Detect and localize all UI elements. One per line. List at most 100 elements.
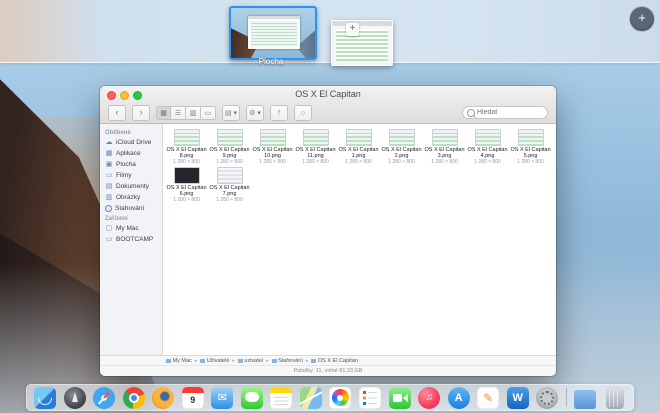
file-dimensions: 1 280 × 800 [424,159,466,165]
folder-icon [311,359,316,363]
close-button[interactable] [107,91,116,100]
dock-itunes[interactable] [418,387,440,409]
action-menu-button[interactable] [246,105,264,121]
file-item[interactable]: OS X El Capitan 11.png1 280 × 800 [295,129,337,165]
dock-finder[interactable] [34,387,56,409]
sidebar-item-aplikace[interactable]: ▦Aplikace [100,148,162,159]
system-preferences-icon [536,387,558,409]
dock-trash[interactable] [604,387,626,409]
file-name: OS X El Capitan 2.png [381,147,423,159]
file-item[interactable]: OS X El Capitan 8.png1 280 × 800 [166,129,208,165]
list-view-button[interactable] [171,106,186,120]
launchpad-icon [64,387,86,409]
column-view-button[interactable] [186,106,201,120]
add-desktop-button[interactable]: + [629,6,655,32]
window-controls [107,91,142,100]
dock-reminders[interactable] [359,387,381,409]
path-crumb-label: My Mac [173,358,192,364]
file-thumbnail [303,129,329,146]
path-separator-icon: ▸ [306,358,309,364]
file-dimensions: 1 280 × 800 [209,197,251,203]
file-item[interactable]: OS X El Capitan 7.png1 280 × 800 [209,167,251,203]
finder-icon [34,387,56,409]
space-thumbnail-plocha[interactable] [229,6,317,60]
path-separator-icon: ▸ [195,358,198,364]
file-name: OS X El Capitan 4.png [467,147,509,159]
sidebar-item-obrazky[interactable]: ▥Obrázky [100,192,162,203]
dock-firefox[interactable] [152,387,174,409]
minimize-button[interactable] [120,91,129,100]
dock-mail[interactable] [211,387,233,409]
dock-notes[interactable] [270,387,292,409]
sidebar-item-label: iCloud Drive [116,139,151,146]
sidebar-item-dokumenty[interactable]: ▤Dokumenty [100,181,162,192]
space-thumb-window [248,16,300,49]
icon-glyph: A [448,387,470,409]
file-item[interactable]: OS X El Capitan 1.png1 280 × 800 [338,129,380,165]
space-thumbnail-new[interactable] [331,20,393,66]
path-crumb-my-mac[interactable]: My Mac [166,358,192,364]
sidebar-item-label: BOOTCAMP [116,236,153,243]
file-item[interactable]: OS X El Capitan 6.png1 280 × 800 [166,167,208,203]
file-item[interactable]: OS X El Capitan 10.png1 280 × 800 [252,129,294,165]
folder-icon [272,359,277,363]
dock-system-preferences[interactable] [536,387,558,409]
applications-icon: ▦ [105,150,113,158]
sidebar-item-label: Stahování [115,205,144,212]
file-thumbnail [389,129,415,146]
forward-button[interactable] [132,105,150,121]
sidebar-item-stahovani[interactable]: ↓Stahování [100,203,162,213]
dock-safari[interactable] [93,387,115,409]
search-input[interactable] [477,109,543,116]
path-crumb-uzivatel[interactable]: uzivatel [238,358,263,364]
dock-app-store[interactable]: A [448,387,470,409]
dock-maps[interactable] [300,387,322,409]
path-crumb-label: OS X El Capitan [318,358,358,364]
dock-facetime[interactable] [389,387,411,409]
file-name: OS X El Capitan 9.png [209,147,251,159]
file-name: OS X El Capitan 6.png [166,185,208,197]
add-space-plus-icon[interactable]: + [346,23,359,36]
sidebar: Oblíbené☁iCloud Drive▦Aplikace▣Plocha▭Fi… [100,124,163,355]
spaces-bar [0,0,660,63]
icon-view-button[interactable] [156,106,171,120]
folder-icon [200,359,205,363]
downloads-icon: ↓ [105,205,112,212]
sidebar-item-bootcamp[interactable]: ▭BOOTCAMP [100,234,162,245]
coverflow-view-button[interactable] [201,106,216,120]
sidebar-item-filmy[interactable]: ▭Filmy [100,170,162,181]
view-mode-segmented-control [156,106,216,120]
dock-downloads-folder[interactable] [574,387,596,409]
dock-pages[interactable] [477,387,499,409]
file-item[interactable]: OS X El Capitan 4.png1 280 × 800 [467,129,509,165]
dock-chrome[interactable] [123,387,145,409]
arrange-button[interactable] [222,105,240,121]
sidebar-item-label: Aplikace [116,150,141,157]
back-button[interactable] [108,105,126,121]
sidebar-item-my-mac[interactable]: ▢My Mac [100,223,162,234]
itunes-icon [418,387,440,409]
sidebar-item-icloud-drive[interactable]: ☁iCloud Drive [100,137,162,148]
dock-separator [566,388,567,407]
tags-button[interactable] [294,105,312,121]
sidebar-item-plocha[interactable]: ▣Plocha [100,159,162,170]
finder-window: OS X El Capitan Oblíbené☁iCloud Drive▦Ap… [100,86,556,376]
dock-launchpad[interactable] [64,387,86,409]
file-thumbnail [346,129,372,146]
file-name: OS X El Capitan 8.png [166,147,208,159]
path-crumb-uzivatele[interactable]: Uživatelé [200,358,229,364]
file-item[interactable]: OS X El Capitan 2.png1 280 × 800 [381,129,423,165]
dock: 9 A W [26,384,634,411]
path-crumb-label: uzivatel [244,358,263,364]
share-button[interactable] [270,105,288,121]
app-store-icon: A [448,387,470,409]
file-item[interactable]: OS X El Capitan 5.png1 280 × 800 [510,129,552,165]
file-item[interactable]: OS X El Capitan 3.png1 280 × 800 [424,129,466,165]
dock-calendar[interactable]: 9 [182,387,204,409]
dock-word[interactable]: W [507,387,529,409]
file-item[interactable]: OS X El Capitan 9.png1 280 × 800 [209,129,251,165]
dock-messages[interactable] [241,387,263,409]
dock-photos[interactable] [329,387,351,409]
path-crumb-stahovani[interactable]: Stahování [272,358,303,364]
path-crumb-os-x-el-capitan[interactable]: OS X El Capitan [311,358,358,364]
